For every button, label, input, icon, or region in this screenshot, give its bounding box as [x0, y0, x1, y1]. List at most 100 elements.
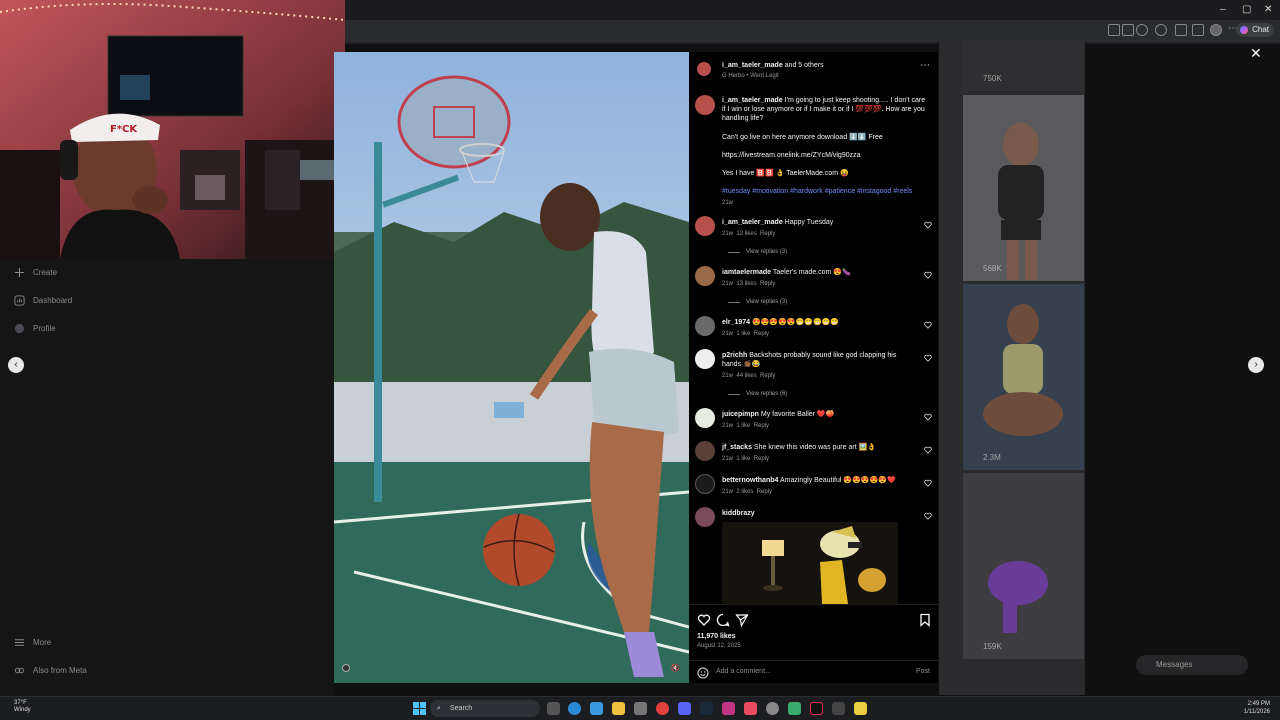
heart-icon[interactable]: [924, 321, 932, 329]
favorite-star-icon[interactable]: [1136, 24, 1148, 36]
comment-username[interactable]: i_am_taeler_made: [722, 219, 783, 226]
share-icon[interactable]: [1108, 24, 1120, 36]
caption-avatar[interactable]: [695, 95, 715, 115]
comment-username[interactable]: jf_stacks: [722, 444, 752, 451]
comment-gif[interactable]: [722, 522, 898, 604]
feed-tile[interactable]: 568K: [963, 95, 1084, 281]
reply-button[interactable]: Reply: [760, 281, 775, 287]
nav-item-create[interactable]: Create: [14, 267, 57, 278]
comment-avatar[interactable]: [695, 441, 715, 461]
edge-icon[interactable]: [568, 702, 581, 715]
comment-likes[interactable]: 1 like: [736, 456, 750, 462]
comment-likes[interactable]: 1 like: [736, 331, 750, 337]
reply-button[interactable]: Reply: [760, 231, 775, 237]
comment-username[interactable]: betternowthanb4: [722, 477, 778, 484]
refresh-icon[interactable]: [1155, 24, 1167, 36]
reply-button[interactable]: Reply: [757, 489, 772, 495]
audio-track[interactable]: G Herbo • Went Legit: [722, 71, 824, 81]
taskbar-search[interactable]: ⌕ Search: [430, 700, 540, 717]
comment-avatar[interactable]: [695, 316, 715, 336]
view-replies-button[interactable]: View replies (3): [728, 299, 787, 305]
comment-likes[interactable]: 1 like: [736, 423, 750, 429]
heart-icon[interactable]: [924, 446, 932, 454]
author-avatar[interactable]: [697, 62, 711, 76]
nav-item-dashboard[interactable]: Dashboard: [14, 295, 72, 306]
emoji-icon[interactable]: [697, 667, 709, 679]
next-post-button[interactable]: ›: [1248, 357, 1264, 373]
feed-tile[interactable]: 159K: [963, 473, 1084, 659]
comment-likes[interactable]: 12 likes: [736, 231, 756, 237]
minimize-button[interactable]: –: [1220, 4, 1226, 15]
sticky-notes-icon[interactable]: [854, 702, 867, 715]
comment-avatar[interactable]: [695, 216, 715, 236]
app-icon[interactable]: [832, 702, 845, 715]
task-view-icon[interactable]: [547, 702, 560, 715]
heart-icon[interactable]: [924, 512, 932, 520]
comment-avatar[interactable]: [695, 507, 715, 527]
store-icon[interactable]: [634, 702, 647, 715]
more-options-icon[interactable]: ⋯: [920, 60, 930, 71]
chrome-icon[interactable]: [656, 702, 669, 715]
messages-button[interactable]: Messages: [1136, 655, 1248, 675]
caption-username[interactable]: i_am_taeler_made: [722, 97, 783, 104]
collaborators-text[interactable]: and 5 others: [783, 62, 824, 69]
comment-likes[interactable]: 2 likes: [736, 489, 753, 495]
post-comment-button[interactable]: Post: [916, 668, 930, 675]
comment-username[interactable]: juicepimpn: [722, 411, 759, 418]
comment-username[interactable]: elr_1974: [722, 319, 750, 326]
bookmark-icon[interactable]: [918, 613, 932, 627]
mute-icon[interactable]: 🔇: [671, 664, 680, 673]
steam-icon[interactable]: [700, 702, 713, 715]
copilot-chat-button[interactable]: Chat: [1236, 23, 1274, 37]
instagram-icon[interactable]: [722, 702, 735, 715]
reply-button[interactable]: Reply: [760, 373, 775, 379]
comment-avatar[interactable]: [695, 474, 715, 494]
heart-icon[interactable]: [924, 271, 932, 279]
author-username[interactable]: i_am_taeler_made: [722, 62, 783, 69]
comment-input[interactable]: Add a comment...: [716, 668, 771, 675]
nav-item-also-from-meta[interactable]: Also from Meta: [14, 665, 87, 676]
copilot-icon[interactable]: [590, 702, 603, 715]
comment-avatar[interactable]: [695, 349, 715, 369]
view-replies-button[interactable]: View replies (6): [728, 391, 787, 397]
heart-icon[interactable]: [924, 413, 932, 421]
discord-icon[interactable]: [678, 702, 691, 715]
like-count[interactable]: 11,970 likes: [697, 633, 736, 640]
post-media[interactable]: [334, 52, 689, 683]
taskbar-clock[interactable]: 2:49 PM 1/11/2026: [1244, 700, 1270, 716]
comment-likes[interactable]: 13 likes: [736, 281, 756, 287]
comment-username[interactable]: kiddbrazy: [722, 510, 755, 517]
file-explorer-icon[interactable]: [612, 702, 625, 715]
profile-avatar-icon[interactable]: [1210, 24, 1222, 36]
settings-gear-icon[interactable]: [766, 702, 779, 715]
like-heart-icon[interactable]: [697, 613, 711, 627]
extensions-icon[interactable]: [1175, 24, 1187, 36]
close-window-button[interactable]: ✕: [1264, 4, 1272, 15]
comment-avatar[interactable]: [695, 266, 715, 286]
app-icon[interactable]: [788, 702, 801, 715]
reply-button[interactable]: Reply: [754, 423, 769, 429]
previous-post-button[interactable]: ‹: [8, 357, 24, 373]
share-send-icon[interactable]: [735, 613, 749, 627]
reply-button[interactable]: Reply: [754, 456, 769, 462]
close-icon[interactable]: ✕: [1250, 45, 1262, 62]
caption-link[interactable]: https://livestream.onelink.me/ZYcM/vlg90…: [722, 151, 927, 160]
feed-tile[interactable]: 2.3M: [963, 284, 1084, 470]
reply-button[interactable]: Reply: [754, 331, 769, 337]
nav-item-more[interactable]: More: [14, 637, 51, 648]
app-icon[interactable]: [744, 702, 757, 715]
caption-hashtags[interactable]: #tuesday #motivation #hardwork #patience…: [722, 187, 927, 196]
comment-username[interactable]: iamtaelermade: [722, 269, 771, 276]
heart-icon[interactable]: [924, 354, 932, 362]
comment-icon[interactable]: [716, 613, 730, 627]
comment-avatar[interactable]: [695, 408, 715, 428]
tiktok-icon[interactable]: [810, 702, 823, 715]
view-replies-button[interactable]: View replies (3): [728, 249, 787, 255]
comment-username[interactable]: p2richh: [722, 352, 747, 359]
heart-icon[interactable]: [924, 221, 932, 229]
weather-widget[interactable]: 37°F Windy: [14, 700, 31, 714]
windows-start-icon[interactable]: [413, 702, 426, 715]
feed-tile[interactable]: 750K: [963, 40, 1084, 91]
maximize-button[interactable]: ▢: [1242, 4, 1251, 15]
read-aloud-icon[interactable]: [1122, 24, 1134, 36]
